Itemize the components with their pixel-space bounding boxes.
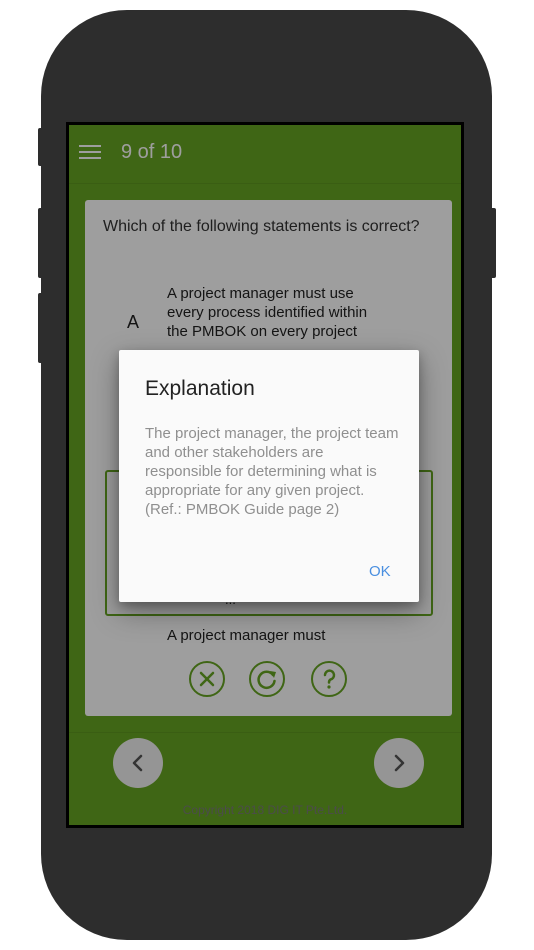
dialog-body: The project manager, the project team an… xyxy=(145,425,399,518)
explanation-dialog: Explanation The project manager, the pro… xyxy=(119,350,419,602)
ok-button[interactable]: OK xyxy=(369,563,391,580)
dialog-title: Explanation xyxy=(145,377,255,400)
